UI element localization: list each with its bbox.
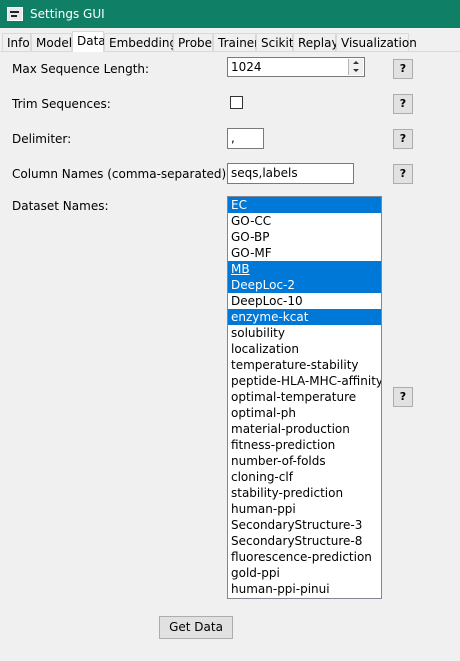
delimiter-help-button[interactable]: ? bbox=[393, 129, 413, 149]
list-item[interactable]: enzyme-kcat bbox=[228, 309, 381, 325]
tab-scikit[interactable]: Scikit bbox=[256, 33, 294, 51]
list-item[interactable]: SecondaryStructure-8 bbox=[228, 533, 381, 549]
get-data-button[interactable]: Get Data bbox=[159, 616, 233, 639]
list-item[interactable]: GO-MF bbox=[228, 245, 381, 261]
arrow-down-icon bbox=[353, 69, 359, 72]
window-title: Settings GUI bbox=[30, 7, 105, 21]
tab-data[interactable]: Data bbox=[72, 31, 106, 52]
delimiter-label: Delimiter: bbox=[12, 132, 72, 146]
title-bar: Settings GUI bbox=[0, 0, 460, 28]
list-item[interactable]: EC bbox=[228, 197, 381, 213]
dataset-names-listbox[interactable]: EC GO-CC GO-BP GO-MF MB DeepLoc-2 DeepLo… bbox=[227, 196, 382, 599]
list-item[interactable]: human-ppi bbox=[228, 501, 381, 517]
tab-embedding[interactable]: Embedding bbox=[104, 33, 177, 51]
list-item[interactable]: localization bbox=[228, 341, 381, 357]
tab-visualization[interactable]: Visualization bbox=[336, 33, 417, 51]
spinbox-buttons bbox=[348, 59, 363, 75]
tab-replay[interactable]: Replay bbox=[293, 33, 339, 51]
list-item[interactable]: SecondaryStructure-3 bbox=[228, 517, 381, 533]
dataset-names-label: Dataset Names: bbox=[12, 199, 109, 213]
list-item[interactable]: temperature-stability bbox=[228, 357, 381, 373]
max-seq-len-help-button[interactable]: ? bbox=[393, 59, 413, 79]
list-item[interactable]: number-of-folds bbox=[228, 453, 381, 469]
decrement-button[interactable] bbox=[349, 67, 363, 75]
tab-model[interactable]: Model bbox=[31, 33, 72, 51]
delimiter-input[interactable]: , bbox=[227, 128, 264, 149]
list-item[interactable]: cloning-clf bbox=[228, 469, 381, 485]
column-names-help-button[interactable]: ? bbox=[393, 164, 413, 184]
list-item[interactable]: fitness-prediction bbox=[228, 437, 381, 453]
tab-trainer[interactable]: Trainer bbox=[213, 33, 259, 51]
list-item[interactable]: fluorescence-prediction bbox=[228, 549, 381, 565]
trim-sequences-checkbox[interactable] bbox=[230, 96, 243, 109]
column-names-input[interactable]: seqs,labels bbox=[227, 163, 354, 184]
list-item[interactable]: human-ppi-pinui bbox=[228, 581, 381, 597]
list-item[interactable]: optimal-temperature bbox=[228, 389, 381, 405]
list-item[interactable]: DeepLoc-2 bbox=[228, 277, 381, 293]
tab-bar: Info Model Data Embedding Probe Trainer … bbox=[0, 31, 460, 52]
arrow-up-icon bbox=[353, 61, 359, 64]
app-icon bbox=[7, 7, 23, 21]
trim-sequences-help-button[interactable]: ? bbox=[393, 94, 413, 114]
tab-info[interactable]: Info bbox=[2, 33, 31, 51]
max-seq-len-spinbox[interactable]: 1024 bbox=[227, 57, 365, 77]
list-item[interactable]: solubility bbox=[228, 325, 381, 341]
list-item[interactable]: stability-prediction bbox=[228, 485, 381, 501]
list-item[interactable]: GO-BP bbox=[228, 229, 381, 245]
list-item[interactable]: GO-CC bbox=[228, 213, 381, 229]
column-names-label: Column Names (comma-separated): bbox=[12, 167, 231, 181]
list-item[interactable]: peptide-HLA-MHC-affinity bbox=[228, 373, 381, 389]
max-seq-len-value: 1024 bbox=[231, 60, 262, 74]
tab-probe[interactable]: Probe bbox=[173, 33, 213, 51]
list-item[interactable]: MB bbox=[228, 261, 381, 277]
list-item[interactable]: optimal-ph bbox=[228, 405, 381, 421]
trim-sequences-label: Trim Sequences: bbox=[12, 97, 111, 111]
dataset-names-help-button[interactable]: ? bbox=[393, 387, 413, 407]
list-item[interactable]: DeepLoc-10 bbox=[228, 293, 381, 309]
list-item[interactable]: gold-ppi bbox=[228, 565, 381, 581]
list-item[interactable]: material-production bbox=[228, 421, 381, 437]
max-seq-len-label: Max Sequence Length: bbox=[12, 62, 150, 76]
